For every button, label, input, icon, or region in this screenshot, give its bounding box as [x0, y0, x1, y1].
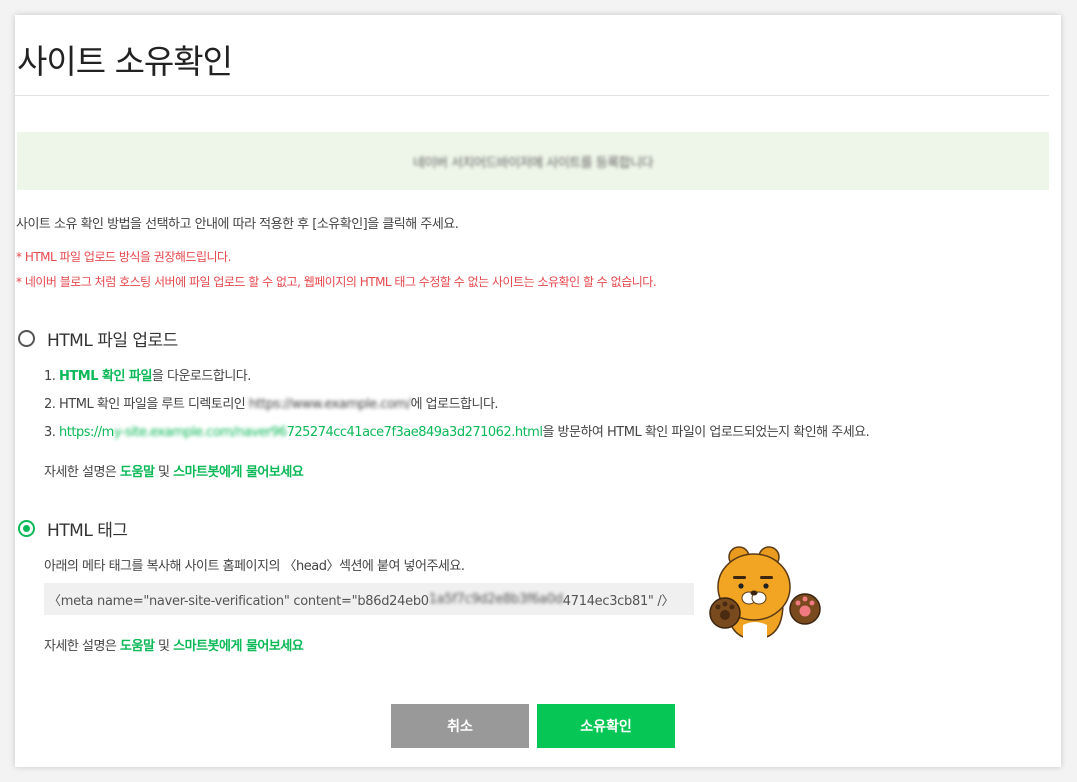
- meta-code-blurred: 1a5f7c9d2e8b3f6a0d: [428, 591, 563, 607]
- smartbot-link[interactable]: 스마트봇에게 물어보세요: [173, 639, 304, 654]
- option-html-file-label: HTML 파일 업로드: [47, 331, 178, 351]
- help-mid: 및: [154, 465, 174, 480]
- step-3: 3. https://my-site.example.com/naver9672…: [44, 421, 870, 440]
- help-prefix: 자세한 설명은: [44, 465, 121, 480]
- verify-url-blurred: y-site.example.com/naver96: [113, 425, 287, 440]
- option-html-tag[interactable]: HTML 태그: [18, 516, 128, 541]
- help-link[interactable]: 도움말: [120, 639, 155, 654]
- step-2-prefix: 2. HTML 확인 파일을 루트 디렉토리인: [44, 397, 249, 412]
- site-ownership-dialog: 사이트 소유확인 네이버 서치어드바이저에 사이트를 등록합니다 사이트 소유 …: [15, 15, 1061, 767]
- radio-html-tag[interactable]: [18, 520, 35, 537]
- smartbot-link[interactable]: 스마트봇에게 물어보세요: [173, 465, 304, 480]
- radio-html-file[interactable]: [18, 330, 35, 347]
- help-line-tag: 자세한 설명은 도움말 및 스마트봇에게 물어보세요: [44, 635, 304, 654]
- notice-text: 네이버 서치어드바이저에 사이트를 등록합니다: [412, 155, 654, 171]
- step-1-suffix: 을 다운로드합니다.: [151, 369, 251, 384]
- option-html-tag-label: HTML 태그: [47, 521, 128, 541]
- title-divider: [15, 95, 1049, 96]
- warning-recommend: * HTML 파일 업로드 방식을 권장해드립니다.: [16, 250, 231, 264]
- help-prefix: 자세한 설명은: [44, 639, 121, 654]
- warning-blog: * 네이버 블로그 처럼 호스팅 서버에 파일 업로드 할 수 없고, 웹페이지…: [16, 275, 657, 289]
- root-directory-url: https://www.example.com/: [248, 397, 411, 412]
- step-2: 2. HTML 확인 파일을 루트 디렉토리인 https://www.exam…: [44, 393, 499, 412]
- verify-url-end: 725274cc41ace7f3ae849a3d271062.html: [286, 425, 543, 440]
- step-3-prefix: 3.: [44, 425, 60, 440]
- meta-code-start: 〈meta name="naver-site-verification" con…: [48, 593, 429, 609]
- cancel-button[interactable]: 취소: [391, 704, 529, 748]
- step-1-prefix: 1.: [44, 369, 60, 384]
- verify-url-link[interactable]: https://my-site.example.com/naver9672527…: [59, 425, 543, 440]
- verify-url-start: https://m: [59, 425, 114, 440]
- page-title: 사이트 소유확인: [17, 42, 233, 81]
- help-mid: 및: [154, 639, 174, 654]
- option-html-file[interactable]: HTML 파일 업로드: [18, 326, 178, 351]
- meta-tag-code[interactable]: 〈meta name="naver-site-verification" con…: [44, 583, 694, 615]
- help-link[interactable]: 도움말: [120, 465, 155, 480]
- notice-banner: 네이버 서치어드바이저에 사이트를 등록합니다: [17, 132, 1049, 190]
- download-file-link[interactable]: HTML 확인 파일: [59, 369, 152, 384]
- step-1: 1. HTML 확인 파일을 다운로드합니다.: [44, 365, 251, 384]
- meta-code-end: 4714ec3cb81" /〉: [562, 593, 675, 609]
- confirm-ownership-button[interactable]: 소유확인: [537, 704, 675, 748]
- tag-instruction: 아래의 메타 태그를 복사해 사이트 홈페이지의 〈head〉섹션에 붙여 넣어…: [44, 559, 465, 574]
- description-text: 사이트 소유 확인 방법을 선택하고 안내에 따라 적용한 후 [소유확인]을 …: [16, 217, 459, 232]
- step-2-suffix: 에 업로드합니다.: [410, 397, 499, 412]
- ryan-character-icon: [709, 546, 821, 639]
- step-3-suffix: 을 방문하여 HTML 확인 파일이 업로드되었는지 확인해 주세요.: [542, 425, 870, 440]
- help-line-file: 자세한 설명은 도움말 및 스마트봇에게 물어보세요: [44, 461, 304, 480]
